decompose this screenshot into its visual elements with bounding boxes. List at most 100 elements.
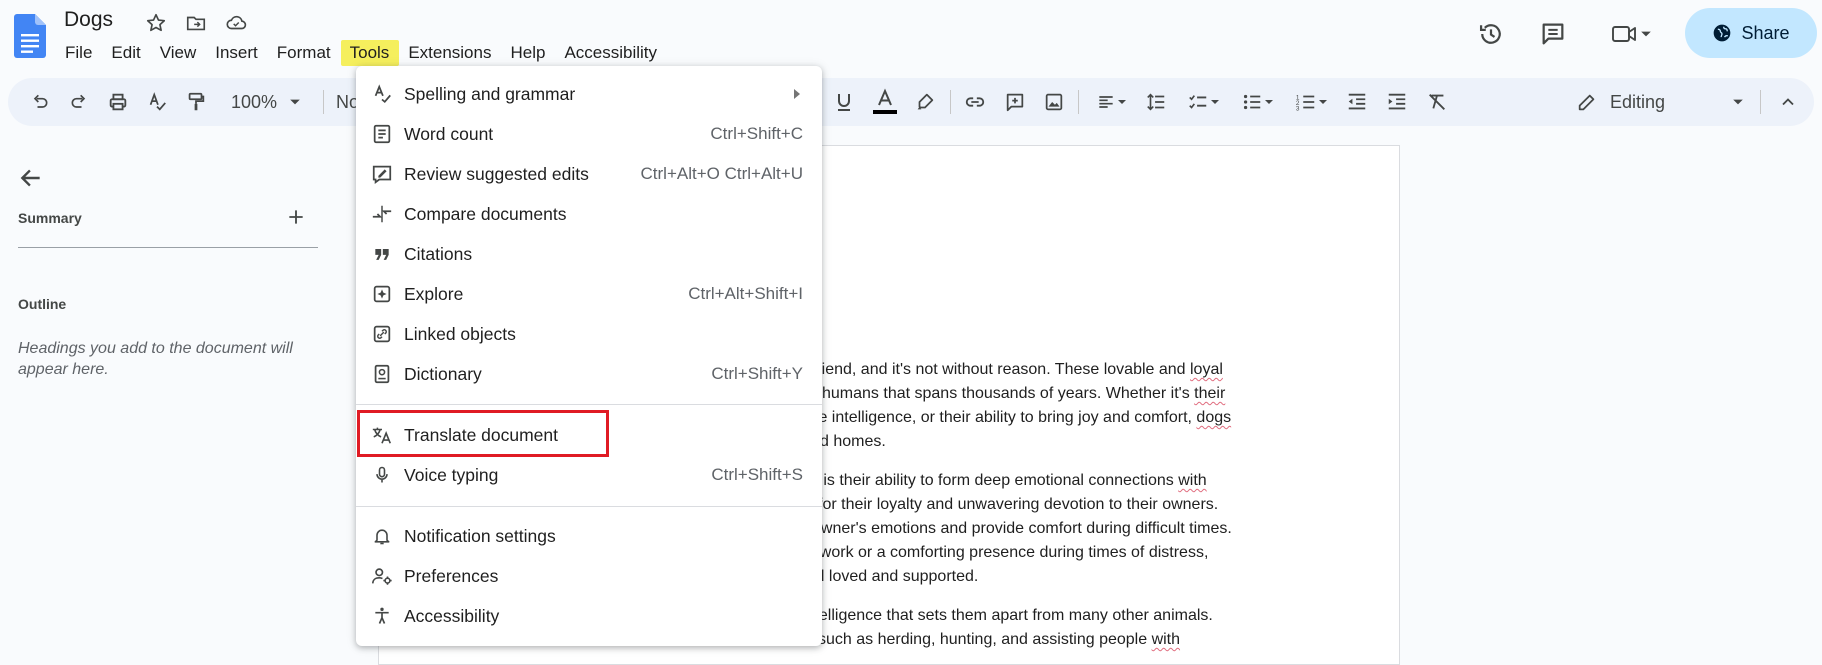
menu-item-label: Voice typing — [404, 464, 499, 485]
menu-file[interactable]: File — [56, 40, 102, 66]
menu-item-word-count[interactable]: Word count Ctrl+Shift+C — [356, 116, 822, 152]
increase-indent-icon[interactable] — [1383, 88, 1411, 116]
menu-item-linked-objects[interactable]: Linked objects — [356, 316, 822, 352]
back-arrow-icon[interactable] — [18, 165, 44, 196]
line-spacing-icon[interactable] — [1142, 88, 1170, 116]
zoom-select[interactable]: 100% — [226, 88, 306, 116]
highlight-icon[interactable] — [911, 88, 939, 116]
checklist-select[interactable] — [1180, 88, 1226, 116]
chevron-down-icon — [1211, 100, 1219, 104]
spelling-flagged-word[interactable]: loyal — [1190, 361, 1223, 378]
menu-item-label: Preferences — [404, 565, 499, 586]
menu-help[interactable]: Help — [501, 40, 555, 66]
decrease-indent-icon[interactable] — [1343, 88, 1371, 116]
menu-item-compare-documents[interactable]: Compare documents — [356, 196, 822, 232]
preferences-icon — [370, 564, 394, 588]
add-summary-icon[interactable] — [286, 207, 306, 232]
editing-mode-label: Editing — [1610, 91, 1666, 112]
text-color-icon[interactable] — [870, 88, 900, 116]
word-count-icon — [370, 122, 394, 146]
spelling-flagged-word[interactable]: with — [1152, 631, 1180, 648]
menu-format[interactable]: Format — [268, 40, 341, 66]
menu-item-spelling-grammar[interactable]: Spelling and grammar — [356, 76, 822, 112]
menu-item-label: Dictionary — [404, 363, 482, 384]
globe-icon — [1714, 24, 1731, 42]
star-icon[interactable] — [143, 10, 169, 36]
document-text: such as herding, hunting, and assisting … — [818, 631, 1152, 648]
spelling-flagged-word[interactable]: with — [1178, 472, 1206, 489]
menu-item-label: Citations — [404, 243, 473, 264]
document-line: t friend, and it's not without reason. T… — [803, 361, 1223, 379]
docs-logo-icon[interactable] — [14, 14, 46, 58]
insert-link-icon[interactable] — [961, 88, 989, 116]
svg-text:3: 3 — [1296, 105, 1300, 112]
insert-image-icon[interactable] — [1040, 88, 1068, 116]
bullet-list-select[interactable] — [1234, 88, 1280, 116]
chevron-down-icon — [1118, 100, 1126, 104]
underline-icon[interactable] — [830, 88, 858, 116]
menu-view[interactable]: View — [151, 40, 207, 66]
menu-item-label: Accessibility — [404, 605, 500, 626]
share-button[interactable]: Share — [1685, 8, 1817, 58]
editing-mode-select[interactable]: Editing — [1576, 88, 1766, 116]
undo-icon[interactable] — [26, 88, 54, 116]
menu-item-citations[interactable]: Citations — [356, 236, 822, 272]
align-select[interactable] — [1090, 88, 1132, 116]
document-text: owner's emotions and provide comfort dur… — [812, 520, 1232, 537]
document-line: humans that spans thousands of years. Wh… — [822, 385, 1225, 403]
menu-extensions[interactable]: Extensions — [399, 40, 501, 66]
meet-icon[interactable] — [1600, 14, 1662, 54]
add-comment-icon[interactable] — [1001, 88, 1029, 116]
menu-item-label: Review suggested edits — [404, 163, 589, 184]
menu-item-label: Linked objects — [404, 323, 516, 344]
explore-icon — [370, 282, 394, 306]
document-line: ble intelligence, or their ability to br… — [806, 409, 1231, 427]
clear-formatting-icon[interactable] — [1423, 88, 1451, 116]
menu-divider — [356, 404, 822, 405]
menu-item-shortcut: Ctrl+Shift+C — [710, 124, 803, 143]
spelling-flagged-word[interactable]: dogs — [1196, 409, 1231, 426]
paint-format-icon[interactable] — [182, 88, 210, 116]
menu-item-notification-settings[interactable]: Notification settings — [356, 518, 822, 554]
redo-icon[interactable] — [65, 88, 93, 116]
spellcheck-icon — [370, 82, 394, 106]
menu-tools[interactable]: Tools — [340, 40, 400, 66]
move-folder-icon[interactable] — [183, 10, 209, 36]
document-line: at work or a comforting presence during … — [802, 544, 1208, 562]
menu-item-dictionary[interactable]: Dictionary Ctrl+Shift+Y — [356, 356, 822, 392]
menu-item-preferences[interactable]: Preferences — [356, 558, 822, 594]
highlight-annotation-box — [357, 410, 609, 457]
menu-insert[interactable]: Insert — [206, 40, 268, 66]
hide-menus-icon[interactable] — [1774, 88, 1802, 116]
menu-accessibility[interactable]: Accessibility — [555, 40, 667, 66]
numbered-list-select[interactable]: 123 — [1288, 88, 1334, 116]
menu-item-review-suggested-edits[interactable]: Review suggested edits Ctrl+Alt+O Ctrl+A… — [356, 156, 822, 192]
pencil-icon — [1578, 94, 1595, 111]
compare-icon — [370, 202, 394, 226]
spelling-flagged-word[interactable]: their — [1194, 385, 1225, 402]
menu-item-accessibility[interactable]: Accessibility — [356, 598, 822, 634]
document-title[interactable]: Dogs — [64, 8, 113, 32]
review-edits-icon — [370, 162, 394, 186]
version-history-icon[interactable] — [1471, 14, 1511, 54]
toolbar-divider — [323, 90, 324, 114]
document-line: intelligence that sets them apart from m… — [802, 607, 1213, 625]
document-text: el loved and supported. — [812, 568, 979, 585]
document-line: such as herding, hunting, and assisting … — [818, 631, 1180, 649]
submenu-arrow-icon — [792, 87, 802, 105]
print-icon[interactable] — [104, 88, 132, 116]
menu-edit[interactable]: Edit — [102, 40, 150, 66]
cloud-saved-icon[interactable] — [223, 10, 249, 36]
toolbar-divider — [1078, 90, 1079, 114]
comments-icon[interactable] — [1533, 14, 1573, 54]
document-line: owner's emotions and provide comfort dur… — [812, 520, 1232, 538]
menu-item-shortcut: Ctrl+Alt+Shift+I — [688, 284, 803, 303]
menu-item-explore[interactable]: Explore Ctrl+Alt+Shift+I — [356, 276, 822, 312]
document-text: ble intelligence, or their ability to br… — [806, 409, 1197, 426]
outline-hint: Headings you add to the document will ap… — [18, 340, 293, 378]
microphone-icon — [370, 463, 394, 487]
chevron-down-icon — [1733, 99, 1743, 105]
menu-item-voice-typing[interactable]: Voice typing Ctrl+Shift+S — [356, 457, 822, 493]
spellcheck-icon[interactable] — [143, 88, 171, 116]
accessibility-icon — [370, 604, 394, 628]
